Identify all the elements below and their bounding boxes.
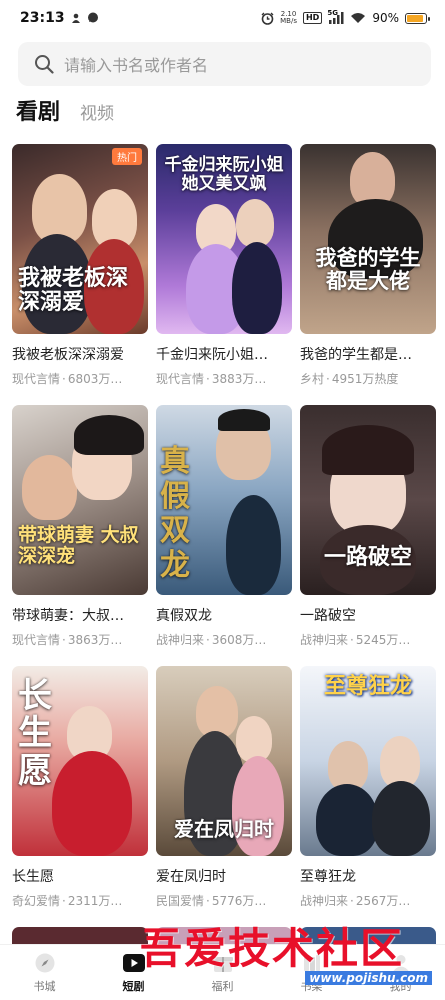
card-meta: 现代言情 · 3883万… bbox=[156, 372, 267, 386]
status-bar: 23:13 2.10 MB/s HD 5G 90% bbox=[0, 0, 445, 36]
card-meta: 民国爱情 · 5776万… bbox=[156, 894, 267, 908]
nav-label: 我的 bbox=[389, 979, 412, 993]
content-tabs: 看剧 视频 bbox=[16, 94, 114, 126]
drama-poster[interactable]: 至尊狂龙 bbox=[300, 666, 436, 856]
compass-icon bbox=[34, 952, 56, 974]
wifi-icon bbox=[350, 12, 366, 24]
poster-title: 我爸的学生都是大佬 bbox=[315, 245, 421, 294]
nav-label: 福利 bbox=[211, 979, 234, 993]
alarm-icon bbox=[261, 12, 274, 25]
battery-percent: 90% bbox=[372, 11, 399, 25]
poster-title: 真假双龙 bbox=[160, 444, 190, 583]
card-title: 至尊狂龙 bbox=[300, 869, 356, 885]
nav-label: 书架 bbox=[300, 979, 323, 993]
search-input[interactable]: 请输入书名或作者名 bbox=[18, 42, 431, 86]
drama-card[interactable]: 千金归来阮小姐 她又美又飒 千金归来阮小姐… 现代言情 · 3883万… bbox=[156, 144, 292, 405]
card-title: 带球萌妻：大叔… bbox=[12, 608, 124, 624]
drama-poster[interactable]: 带球萌妻 大叔深深宠 bbox=[12, 405, 148, 595]
play-icon bbox=[122, 952, 146, 974]
card-title: 长生愿 bbox=[12, 869, 54, 885]
card-meta: 乡村 · 4951万热度 bbox=[300, 372, 399, 386]
drama-grid: 热门 我被老板深深溺爱 我被老板深深溺爱 现代言情 · 6803万… 千金归来阮小姐… bbox=[12, 144, 436, 927]
gift-icon bbox=[212, 952, 234, 974]
poster-title: 一路破空 bbox=[323, 544, 412, 570]
poster-title: 长生愿 bbox=[18, 676, 52, 791]
hot-badge: 热门 bbox=[112, 148, 142, 165]
drama-card[interactable]: 我爸的学生都是大佬 我爸的学生都是… 乡村 · 4951万热度 bbox=[300, 144, 436, 405]
card-meta: 战神归来 · 3608万… bbox=[156, 633, 267, 647]
card-meta: 战神归来 · 2567万… bbox=[300, 894, 411, 908]
drama-poster[interactable]: 长生愿 bbox=[12, 666, 148, 856]
card-meta: 现代言情 · 6803万… bbox=[12, 372, 123, 386]
battery-icon bbox=[405, 12, 430, 24]
nav-short-drama[interactable]: 短剧 bbox=[104, 952, 164, 994]
poster-title: 我被老板深深溺爱 bbox=[18, 265, 129, 316]
drama-card[interactable]: 带球萌妻 大叔深深宠 带球萌妻：大叔… 现代言情 · 3863万… bbox=[12, 405, 148, 666]
bottom-nav: 书城 短剧 福利 书架 我的 bbox=[0, 944, 445, 1000]
search-placeholder: 请输入书名或作者名 bbox=[64, 56, 209, 75]
nav-label: 短剧 bbox=[122, 979, 145, 993]
drama-card[interactable]: 长生愿 长生愿 奇幻爱情 · 2311万… bbox=[12, 666, 148, 927]
card-title: 一路破空 bbox=[300, 608, 356, 624]
nav-bookstore[interactable]: 书城 bbox=[15, 952, 75, 994]
poster-title: 带球萌妻 大叔深深宠 bbox=[18, 524, 139, 567]
hd-badge: HD bbox=[302, 12, 323, 24]
status-time: 23:13 bbox=[20, 10, 65, 26]
net-speed: 2.10 MB/s bbox=[280, 10, 297, 25]
card-title: 我爸的学生都是… bbox=[300, 347, 412, 363]
bookshelf-icon bbox=[301, 952, 323, 974]
drama-card[interactable]: 热门 我被老板深深溺爱 我被老板深深溺爱 现代言情 · 6803万… bbox=[12, 144, 148, 405]
card-title: 爱在凤归时 bbox=[156, 869, 226, 885]
tab-drama[interactable]: 看剧 bbox=[16, 94, 60, 126]
card-meta: 奇幻爱情 · 2311万… bbox=[12, 894, 123, 908]
nav-bookshelf[interactable]: 书架 bbox=[282, 952, 342, 994]
card-title: 我被老板深深溺爱 bbox=[12, 347, 124, 363]
nav-rewards[interactable]: 福利 bbox=[193, 952, 253, 994]
drama-poster[interactable]: 爱在凤归时 bbox=[156, 666, 292, 856]
drama-card[interactable]: 一路破空 一路破空 战神归来 · 5245万… bbox=[300, 405, 436, 666]
nav-profile[interactable]: 我的 bbox=[371, 952, 431, 994]
person-icon bbox=[71, 13, 81, 24]
signal-icon: 5G bbox=[327, 9, 344, 24]
drama-poster[interactable]: 一路破空 bbox=[300, 405, 436, 595]
poster-title: 千金归来阮小姐 她又美又飒 bbox=[164, 155, 284, 194]
drama-poster[interactable]: 热门 我被老板深深溺爱 bbox=[12, 144, 148, 334]
poster-title: 至尊狂龙 bbox=[323, 673, 412, 699]
card-meta: 战神归来 · 5245万… bbox=[300, 633, 411, 647]
poster-title: 爱在凤归时 bbox=[174, 817, 274, 841]
card-title: 千金归来阮小姐… bbox=[156, 347, 268, 363]
card-title: 真假双龙 bbox=[156, 608, 212, 624]
drama-card[interactable]: 至尊狂龙 至尊狂龙 战神归来 · 2567万… bbox=[300, 666, 436, 927]
card-meta: 现代言情 · 3863万… bbox=[12, 633, 123, 647]
drama-poster[interactable]: 我爸的学生都是大佬 bbox=[300, 144, 436, 334]
nav-label: 书城 bbox=[33, 979, 56, 993]
drama-poster[interactable]: 千金归来阮小姐 她又美又飒 bbox=[156, 144, 292, 334]
tab-video[interactable]: 视频 bbox=[80, 99, 114, 126]
search-icon bbox=[34, 54, 54, 74]
user-icon bbox=[390, 952, 412, 974]
drama-card[interactable]: 真假双龙 真假双龙 战神归来 · 3608万… bbox=[156, 405, 292, 666]
chat-bubble-icon bbox=[87, 12, 99, 24]
drama-poster[interactable]: 真假双龙 bbox=[156, 405, 292, 595]
drama-card[interactable]: 爱在凤归时 爱在凤归时 民国爱情 · 5776万… bbox=[156, 666, 292, 927]
